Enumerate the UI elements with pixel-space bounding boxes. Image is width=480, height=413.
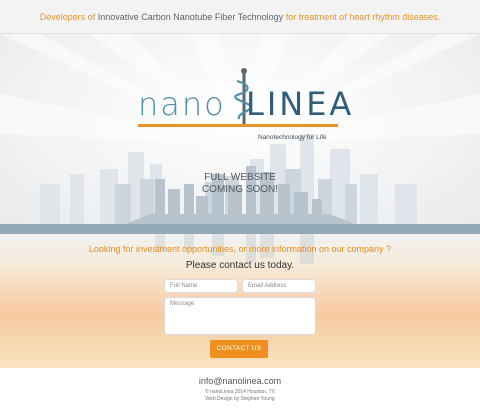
footer: info@nanolinea.com © nanoLinea 2014 Hous… [0,368,480,413]
logo-linea-text: LINEA [246,85,355,123]
contact-prompt: Please contact us today. [185,260,295,271]
contact-section: Looking for investment opportunities, or… [0,234,480,368]
footer-copyright-block: © nanoLinea 2014 Houston, TX Web Design … [0,389,480,403]
logo-nano-text: nano [138,85,226,123]
coming-soon-line-2: COMING SOON! [201,184,279,195]
logo-subtitle: Nanotechnology for Life [258,134,327,141]
footer-copyright: © nanoLinea 2014 Houston, TX [204,389,276,395]
email-address-input[interactable]: Email Address [242,279,316,293]
tagline-bar: Developers of Innovative Carbon Nanotube… [0,0,480,34]
contact-us-button[interactable]: CONTACT US [210,340,268,358]
tagline-part-2: Innovative Carbon Nanotube Fiber Technol… [97,12,284,22]
coming-soon-notice: FULL WEBSITE COMING SOON! [180,172,300,196]
full-name-input[interactable]: Full Name [164,279,238,293]
message-textarea[interactable]: Message [164,297,316,335]
logo-underline [138,124,338,127]
tagline-part-1: Developers of [39,12,98,22]
coming-soon-line-1: FULL WEBSITE [204,172,276,183]
nanolinea-logo: nano LINEA Nanotechnology for Life [138,68,351,151]
footer-credit: Web Design by Stephen Young [205,396,275,402]
contact-question: Looking for investment opportunities, or… [88,244,392,254]
footer-email-link[interactable]: info@nanolinea.com [0,376,480,386]
skyline-base [0,224,480,234]
hero-section: nano LINEA Nanotechnology for Life FULL … [0,34,480,234]
tagline-part-3: for treatment of heart rhythm diseases. [283,12,441,22]
